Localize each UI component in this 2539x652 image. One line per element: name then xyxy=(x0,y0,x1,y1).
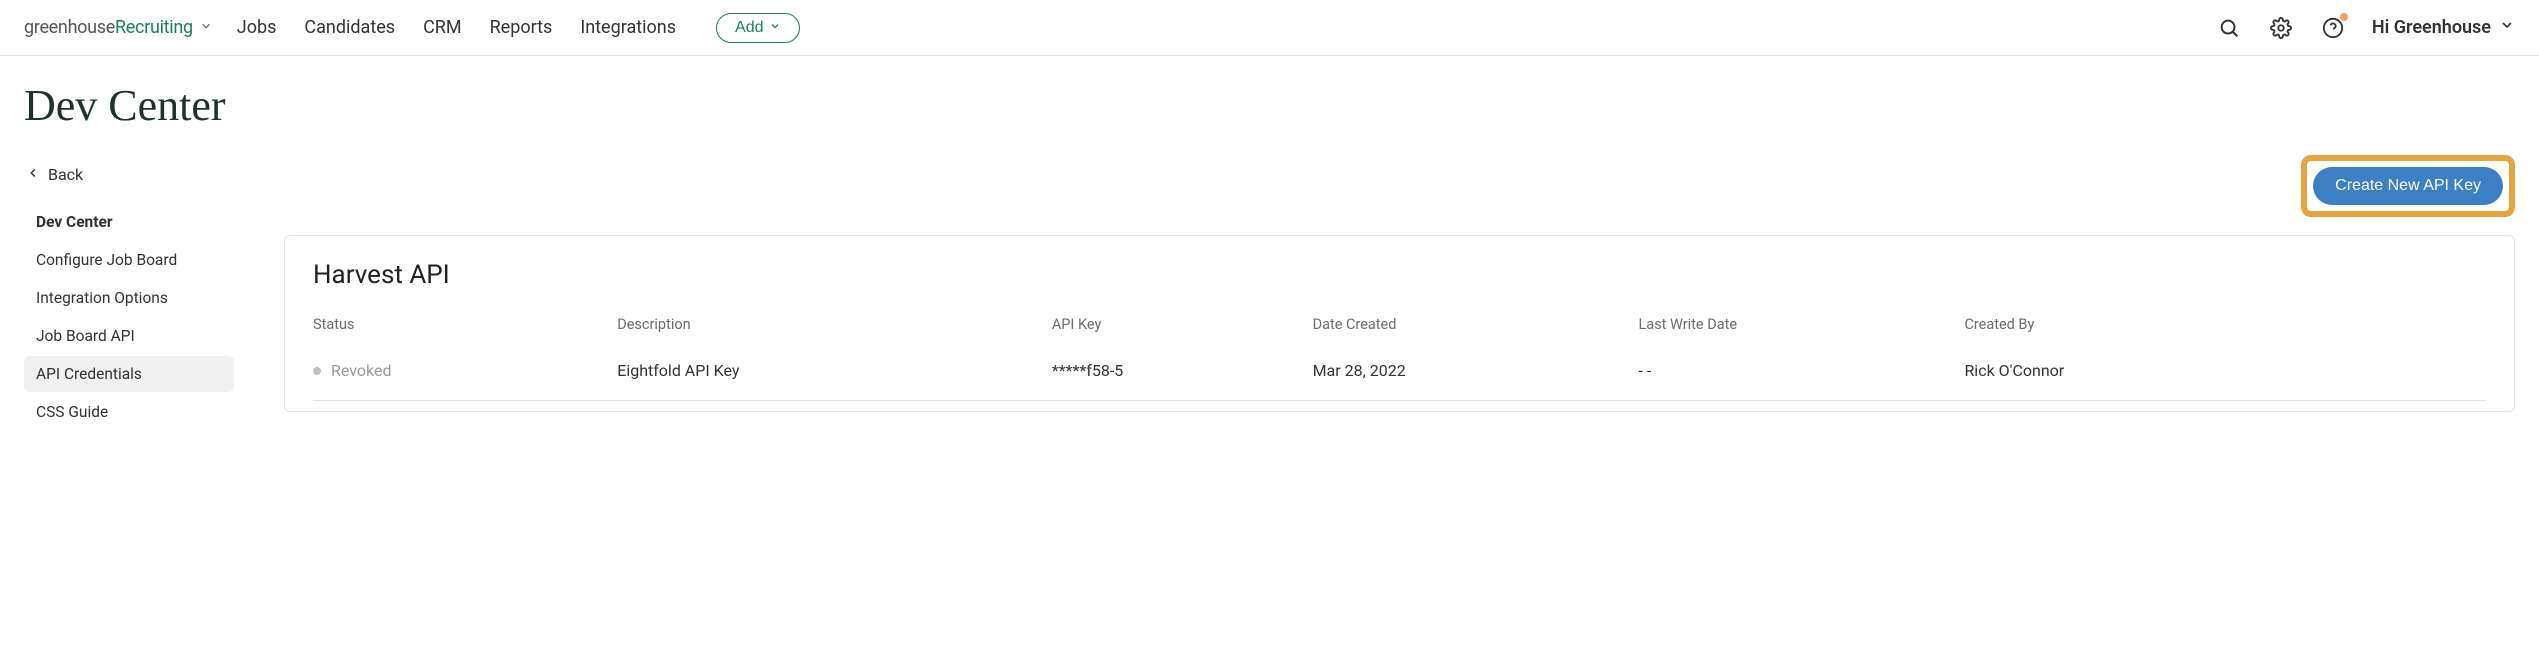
table-row[interactable]: Revoked Eightfold API Key *****f58-5 Mar… xyxy=(313,353,2486,401)
harvest-api-panel: Harvest API Status Description API Key D… xyxy=(284,235,2515,412)
sidebar-item-label: Job Board API xyxy=(36,327,135,345)
sidebar-item-configure-job-board[interactable]: Configure Job Board xyxy=(24,242,234,278)
page-title: Dev Center xyxy=(24,80,2515,131)
help-icon[interactable] xyxy=(2320,15,2346,41)
add-button[interactable]: Add xyxy=(716,13,800,43)
nav-candidates[interactable]: Candidates xyxy=(304,17,395,38)
back-link[interactable]: Back xyxy=(24,161,234,188)
panel-title: Harvest API xyxy=(313,260,2486,290)
status-cell: Revoked xyxy=(313,361,609,380)
user-menu[interactable]: Hi Greenhouse xyxy=(2372,17,2515,38)
add-button-label: Add xyxy=(735,19,763,37)
status-dot-icon xyxy=(313,367,321,375)
sidebar-item-label: Integration Options xyxy=(36,289,168,307)
page: Dev Center Back Dev Center Configure Job… xyxy=(0,56,2539,456)
chevron-left-icon xyxy=(26,165,40,184)
status-text: Revoked xyxy=(331,361,391,380)
top-nav-links: Jobs Candidates CRM Reports Integrations xyxy=(237,17,676,38)
cell-description: Eightfold API Key xyxy=(617,353,1052,401)
col-last-write: Last Write Date xyxy=(1639,316,1965,353)
chevron-down-icon xyxy=(199,18,213,37)
sidebar-item-label: CSS Guide xyxy=(36,403,108,421)
chevron-down-icon xyxy=(2499,17,2515,38)
user-greeting-text: Hi Greenhouse xyxy=(2372,17,2491,38)
nav-jobs[interactable]: Jobs xyxy=(237,17,277,38)
nav-reports[interactable]: Reports xyxy=(490,17,553,38)
col-api-key: API Key xyxy=(1052,316,1313,353)
cell-created-by: Rick O'Connor xyxy=(1964,353,2486,401)
col-description: Description xyxy=(617,316,1052,353)
sidebar-item-api-credentials[interactable]: API Credentials xyxy=(24,356,234,392)
sidebar: Back Dev Center Configure Job Board Inte… xyxy=(24,155,234,432)
sidebar-item-css-guide[interactable]: CSS Guide xyxy=(24,394,234,430)
search-icon[interactable] xyxy=(2216,15,2242,41)
chevron-down-icon xyxy=(769,19,781,37)
col-status: Status xyxy=(313,316,617,353)
create-api-key-button[interactable]: Create New API Key xyxy=(2313,167,2503,205)
nav-integrations[interactable]: Integrations xyxy=(580,17,676,38)
sidebar-item-integration-options[interactable]: Integration Options xyxy=(24,280,234,316)
gear-icon[interactable] xyxy=(2268,15,2294,41)
sidebar-item-label: Configure Job Board xyxy=(36,251,177,269)
brand[interactable]: greenhouseRecruiting xyxy=(24,17,213,38)
top-nav: greenhouseRecruiting Jobs Candidates CRM… xyxy=(0,0,2539,56)
back-label: Back xyxy=(48,165,83,184)
nav-crm[interactable]: CRM xyxy=(423,17,462,38)
layout: Back Dev Center Configure Job Board Inte… xyxy=(24,155,2515,432)
sidebar-item-job-board-api[interactable]: Job Board API xyxy=(24,318,234,354)
col-created-by: Created By xyxy=(1964,316,2486,353)
cell-api-key: *****f58-5 xyxy=(1052,353,1313,401)
create-api-key-highlight: Create New API Key xyxy=(2301,155,2515,217)
notification-dot xyxy=(2340,13,2348,21)
sidebar-item-dev-center[interactable]: Dev Center xyxy=(24,204,234,240)
top-nav-right: Hi Greenhouse xyxy=(2216,15,2515,41)
cell-last-write: - - xyxy=(1639,353,1965,401)
api-keys-table: Status Description API Key Date Created … xyxy=(313,316,2486,401)
cell-date-created: Mar 28, 2022 xyxy=(1313,353,1639,401)
main-area: Create New API Key Harvest API Status De… xyxy=(284,155,2515,412)
sidebar-item-label: API Credentials xyxy=(36,365,142,383)
sidebar-item-label: Dev Center xyxy=(36,213,113,231)
col-date-created: Date Created xyxy=(1313,316,1639,353)
brand-text: greenhouseRecruiting xyxy=(24,17,193,38)
